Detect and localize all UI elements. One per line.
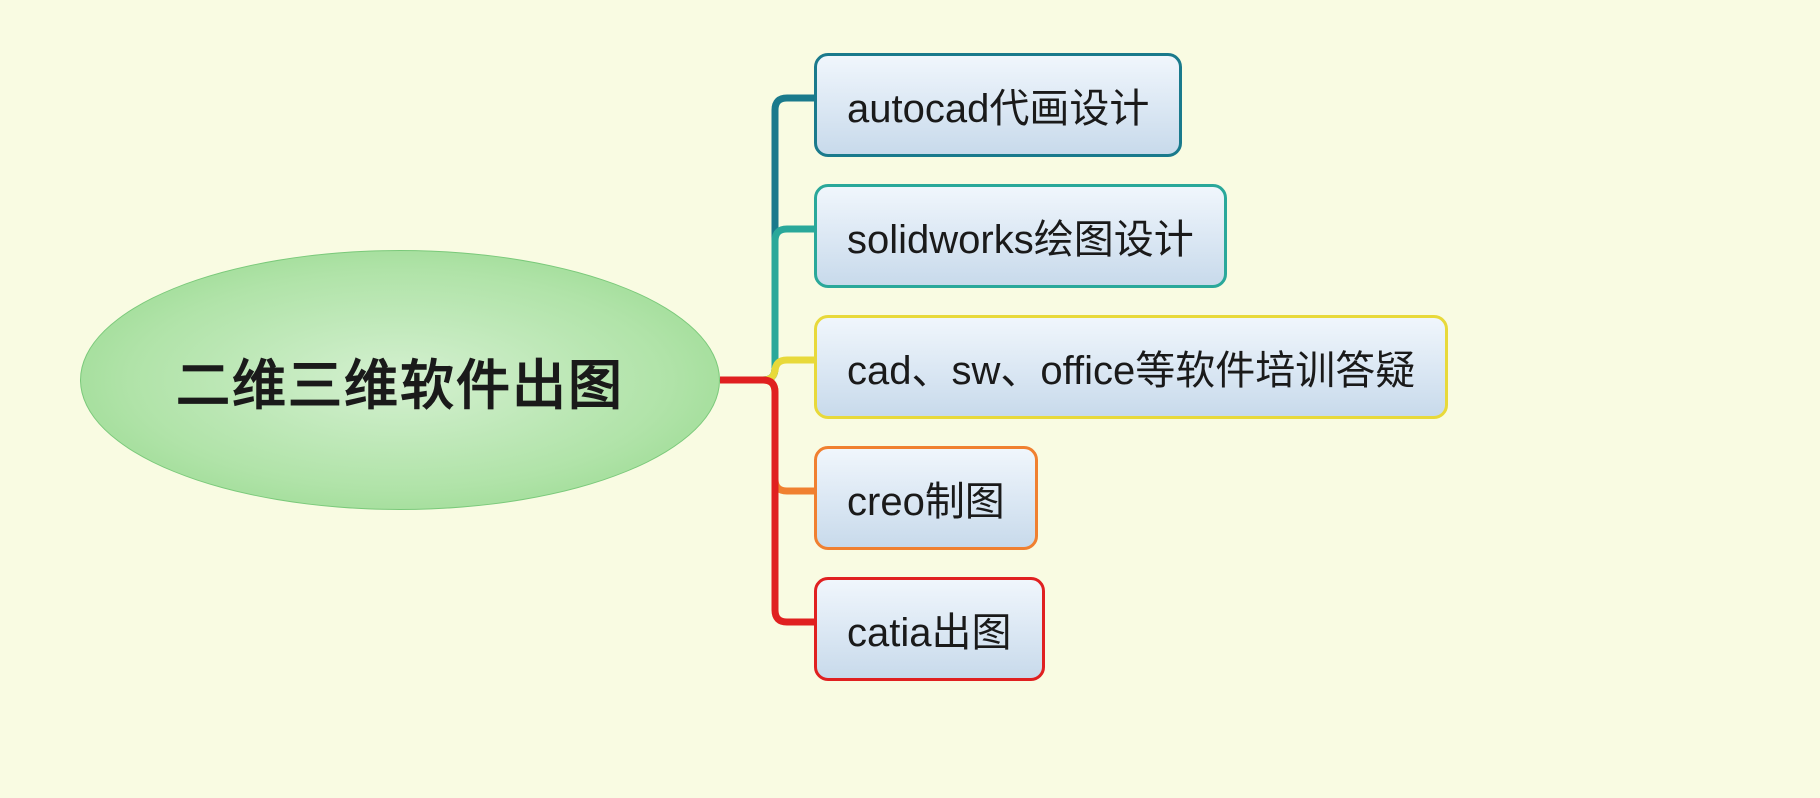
connector-line <box>720 380 814 491</box>
mindmap-child-node-4[interactable]: catia出图 <box>814 577 1045 681</box>
mindmap-child-label: cad、sw、office等软件培训答疑 <box>847 349 1415 393</box>
mindmap-child-node-2[interactable]: cad、sw、office等软件培训答疑 <box>814 315 1448 419</box>
mindmap-child-label: catia出图 <box>847 611 1012 655</box>
mindmap-connectors <box>720 50 820 750</box>
mindmap-child-node-1[interactable]: solidworks绘图设计 <box>814 184 1227 288</box>
mindmap-child-node-3[interactable]: creo制图 <box>814 446 1038 550</box>
connector-line <box>720 98 814 380</box>
connector-line <box>720 380 814 622</box>
mindmap-root-node[interactable]: 二维三维软件出图 <box>80 250 720 510</box>
mindmap-child-label: creo制图 <box>847 480 1005 524</box>
mindmap-root-label: 二维三维软件出图 <box>176 341 624 420</box>
mindmap-child-label: autocad代画设计 <box>847 87 1149 131</box>
mindmap-child-node-0[interactable]: autocad代画设计 <box>814 53 1182 157</box>
mindmap-child-label: solidworks绘图设计 <box>847 218 1194 262</box>
